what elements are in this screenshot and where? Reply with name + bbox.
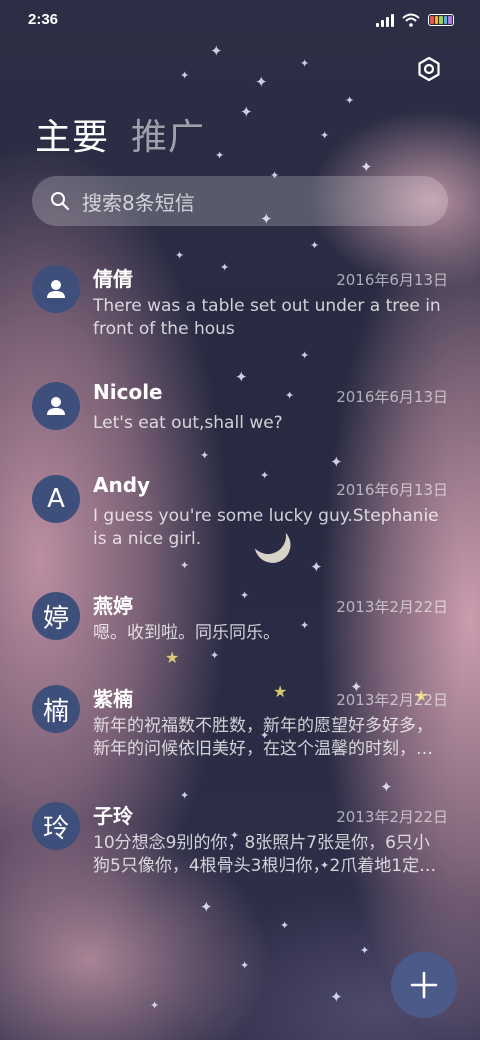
status-time: 2:36 [28, 11, 59, 28]
message-preview: Let's eat out,shall we? [93, 413, 283, 433]
conversation-item[interactable]: Nicole 2016年6月13日 Let's eat out,shall we… [0, 372, 480, 472]
message-preview: There was a table set out under a tree i… [93, 296, 441, 339]
contact-name: 倩倩 [93, 267, 133, 291]
search-placeholder: 搜索8条短信 [82, 190, 195, 215]
tab-primary[interactable]: 主要 [35, 108, 109, 160]
contact-name: Nicole [93, 380, 163, 404]
avatar [32, 382, 80, 430]
contact-name: 燕婷 [93, 594, 133, 618]
message-date: 2016年6月13日 [336, 388, 448, 406]
message-date: 2013年2月22日 [336, 808, 448, 826]
message-date: 2013年2月22日 [336, 598, 448, 616]
status-bar: 2:36 [0, 0, 480, 42]
search-icon [51, 192, 70, 211]
tab-promotions[interactable]: 推广 [131, 108, 205, 160]
avatar: A [32, 475, 80, 523]
battery-icon [428, 14, 454, 26]
conversation-item[interactable]: 婷 燕婷 2013年2月22日 嗯。收到啦。同乐同乐。 [0, 582, 480, 682]
message-preview: I guess you're some lucky guy.Stephanie … [93, 506, 439, 549]
status-icons [376, 13, 454, 27]
avatar: 婷 [32, 592, 80, 640]
avatar [32, 265, 80, 313]
message-preview: 10分想念9别的你，8张照片7张是你，6只小狗5只像你，4根骨头3根归你，2爪着… [93, 833, 437, 876]
conversation-item[interactable]: 玲 子玲 2013年2月22日 10分想念9别的你，8张照片7张是你，6只小狗5… [0, 792, 480, 892]
message-date: 2013年2月22日 [336, 691, 448, 709]
person-icon [47, 397, 65, 415]
conversation-item[interactable]: 楠 紫楠 2013年2月22日 新年的祝福数不胜数，新年的愿望好多好多，新年的问… [0, 675, 480, 775]
conversation-item[interactable]: A Andy 2016年6月13日 I guess you're some lu… [0, 465, 480, 565]
person-icon [47, 280, 65, 298]
avatar: 玲 [32, 802, 80, 850]
contact-name: 子玲 [93, 804, 133, 828]
conversation-item[interactable]: 倩倩 2016年6月13日 There was a table set out … [0, 255, 480, 355]
tab-bar: 主要 推广 [35, 108, 205, 160]
signal-icon [376, 13, 394, 27]
contact-name: Andy [93, 473, 151, 497]
message-preview: 嗯。收到啦。同乐同乐。 [93, 623, 280, 643]
contact-name: 紫楠 [93, 687, 133, 711]
message-date: 2016年6月13日 [336, 271, 448, 289]
avatar: 楠 [32, 685, 80, 733]
wifi-icon [402, 13, 420, 27]
gear-icon [418, 56, 440, 82]
settings-button[interactable] [416, 56, 442, 82]
search-bar[interactable]: 搜索8条短信 [32, 176, 448, 226]
message-date: 2016年6月13日 [336, 481, 448, 499]
plus-icon [410, 971, 438, 999]
message-preview: 新年的祝福数不胜数，新年的愿望好多好多，新年的问候依旧美好，在这个温馨的时刻，… [93, 716, 433, 759]
compose-button[interactable] [391, 952, 457, 1018]
